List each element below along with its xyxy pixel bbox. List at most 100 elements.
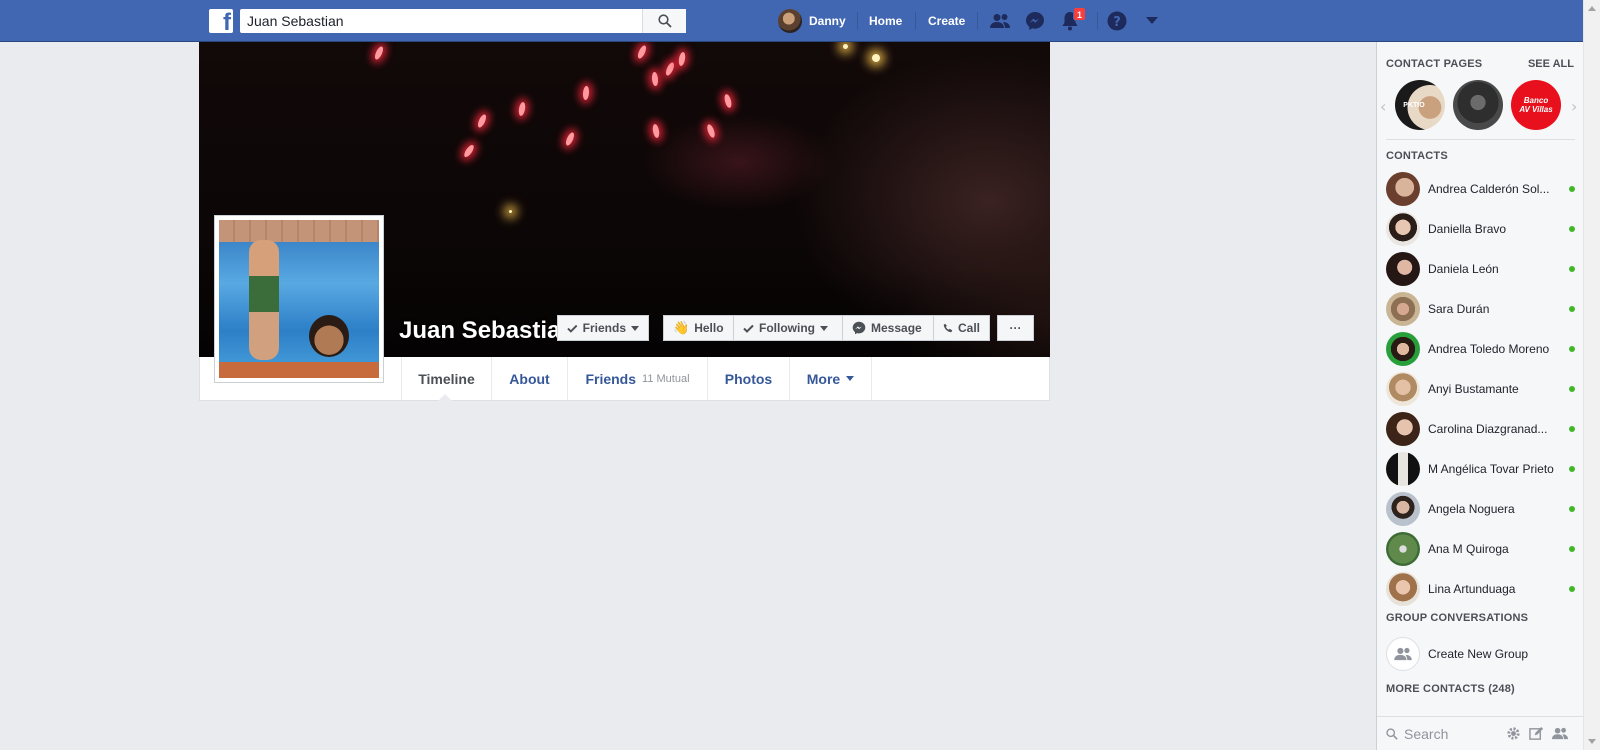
avatar [1386,372,1420,406]
nav-divider [977,12,978,30]
contact-item[interactable]: Daniela León [1386,252,1575,286]
more-options-button[interactable]: ··· [997,315,1034,341]
tab-more-label: More [806,370,841,387]
call-button-label: Call [957,321,980,335]
chat-search-bar [1377,716,1583,750]
contact-item[interactable]: Ana M Quiroga [1386,532,1575,566]
contact-page-avatar[interactable] [1453,80,1503,130]
new-group-icon[interactable] [1552,727,1568,740]
chevron-right-icon[interactable]: › [1571,97,1577,116]
friends-status-button[interactable]: Friends [557,315,649,341]
contact-page-label: Banco AV Villas [1519,96,1553,114]
search-icon [1386,727,1398,740]
messenger-icon [852,321,866,335]
home-link[interactable]: Home [869,14,902,28]
avatar [1386,252,1420,286]
chevron-down-icon [846,376,855,381]
contact-item[interactable]: M Angélica Tovar Prieto [1386,452,1575,486]
chevron-down-icon [820,325,828,331]
contact-item[interactable]: Daniella Bravo [1386,212,1575,246]
page-scrollbar[interactable] [1583,0,1600,750]
online-indicator [1569,426,1575,432]
tab-friends-label: Friends [585,370,637,387]
top-navigation-bar: f Danny Home Create 1 ? [0,0,1583,42]
contact-name: Lina Artunduaga [1428,582,1516,596]
online-indicator [1569,586,1575,592]
following-button-label: Following [759,321,815,335]
more-contacts-heading[interactable]: MORE CONTACTS (248) [1386,683,1515,695]
tab-friends[interactable]: Friends 11 Mutual [567,357,707,400]
compose-icon[interactable] [1529,726,1544,741]
more-dots-icon: ··· [1009,321,1022,335]
chevron-down-icon [631,325,639,331]
call-button[interactable]: Call [933,315,990,341]
following-button[interactable]: Following [733,315,843,341]
active-tab-indicator [438,394,452,401]
tab-about[interactable]: About [491,357,567,400]
say-hello-button[interactable]: 👋 Hello [663,315,734,341]
message-button-label: Message [871,321,922,335]
create-new-group-item[interactable]: Create New Group [1386,637,1575,671]
avatar [1386,492,1420,526]
online-indicator [1569,346,1575,352]
chat-search-input[interactable] [1404,725,1494,742]
contacts-heading: CONTACTS [1386,150,1448,162]
avatar [1386,572,1420,606]
nav-divider [857,12,858,30]
online-indicator [1569,186,1575,192]
checkmark-icon [743,324,754,333]
contact-name: Daniela León [1428,262,1499,276]
contact-item[interactable]: Anyi Bustamante [1386,372,1575,406]
nav-profile-link[interactable]: Danny [778,9,846,33]
online-indicator [1569,546,1575,552]
contact-page-label: PKTIO [1403,101,1425,109]
online-indicator [1569,266,1575,272]
online-indicator [1569,386,1575,392]
account-menu-caret-icon[interactable] [1141,10,1163,32]
messenger-icon[interactable] [1024,10,1046,32]
chevron-left-icon[interactable]: ‹ [1380,97,1386,116]
facebook-logo-icon[interactable]: f [209,9,233,33]
scroll-down-arrow-icon[interactable] [1588,739,1596,744]
tab-about-label: About [509,370,550,387]
create-new-group-label: Create New Group [1428,647,1529,661]
contact-item[interactable]: Carolina Diazgranad... [1386,412,1575,446]
contact-item[interactable]: Sara Durán [1386,292,1575,326]
contact-item[interactable]: Lina Artunduaga [1386,572,1575,606]
avatar [1386,412,1420,446]
contact-page-avatar[interactable]: Banco AV Villas [1511,80,1561,130]
search-input[interactable] [240,9,630,33]
see-all-link[interactable]: SEE ALL [1528,58,1574,70]
friend-requests-icon[interactable] [989,10,1011,32]
avatar [1386,532,1420,566]
contact-name: Anyi Bustamante [1428,382,1519,396]
message-button[interactable]: Message [842,315,934,341]
contact-name: Sara Durán [1428,302,1490,316]
avatar [1386,332,1420,366]
tab-timeline-label: Timeline [418,370,475,387]
help-icon[interactable]: ? [1106,10,1128,32]
contact-item[interactable]: Andrea Calderón Sol... [1386,172,1575,206]
profile-name[interactable]: Juan Sebastia [399,317,560,345]
scroll-up-arrow-icon[interactable] [1588,6,1596,11]
contact-page-avatar[interactable]: PKTIO [1395,80,1445,130]
user-avatar [778,9,802,33]
group-conversations-heading: GROUP CONVERSATIONS [1386,612,1529,624]
create-link[interactable]: Create [928,14,965,28]
contact-name: Carolina Diazgranad... [1428,422,1548,436]
profile-picture[interactable] [214,215,384,383]
profile-photo-image [219,220,379,378]
contact-name: Ana M Quiroga [1428,542,1509,556]
chat-sidebar: CONTACT PAGES SEE ALL ‹ PKTIO Banco AV V… [1376,42,1583,750]
contact-item[interactable]: Andrea Toledo Moreno [1386,332,1575,366]
contact-name: Angela Noguera [1428,502,1515,516]
waving-hand-icon: 👋 [673,320,690,335]
search-button[interactable] [642,9,686,33]
contact-item[interactable]: Angela Noguera [1386,492,1575,526]
gear-icon[interactable] [1506,726,1521,741]
tab-more[interactable]: More [789,357,872,400]
tab-photos[interactable]: Photos [707,357,789,400]
checkmark-icon [567,324,578,333]
search-box [240,9,686,33]
contact-name: M Angélica Tovar Prieto [1428,462,1554,476]
